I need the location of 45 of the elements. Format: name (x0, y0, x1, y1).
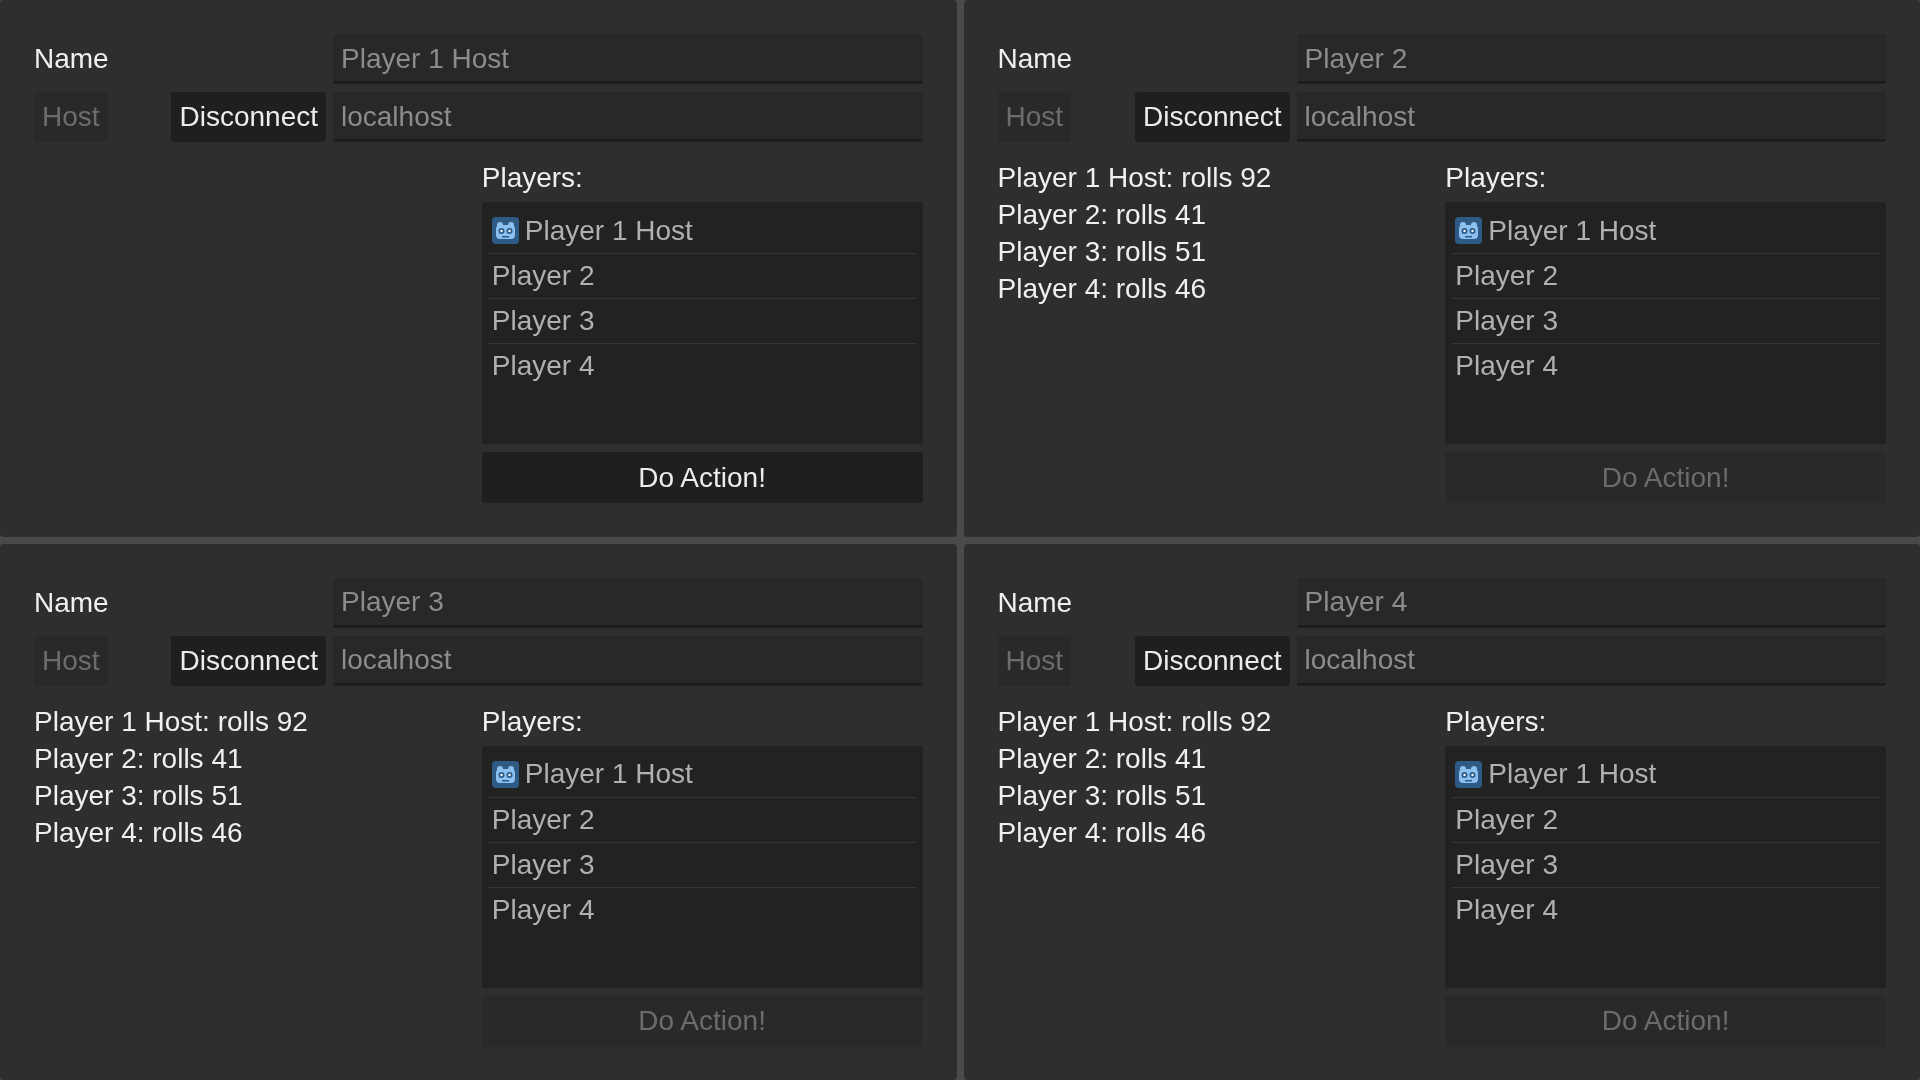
roll-result-text: Player 3: rolls 51 (34, 778, 243, 813)
roll-result-text: Player 4: rolls 46 (997, 272, 1207, 306)
players-label: Players: (1445, 161, 1547, 195)
player-list-item[interactable]: Player 2 (487, 796, 917, 842)
player-list-item[interactable]: Player 3 (1451, 841, 1880, 887)
player-list-item[interactable]: Player 1 Host (1451, 208, 1880, 253)
players-label: Players: (481, 161, 583, 195)
roll-result-text: Player 1 Host: rolls 92 (997, 704, 1272, 739)
roll-result-text: Player 2: rolls 41 (34, 741, 243, 776)
player-list-item[interactable]: Player 4 (487, 343, 917, 388)
player-list-item[interactable]: Player 2 (1451, 796, 1880, 842)
disconnect-button[interactable]: Disconnect (171, 92, 326, 142)
disconnect-button[interactable]: Disconnect (171, 635, 326, 686)
player-list-item[interactable]: Player 3 (487, 841, 917, 887)
roll-result-text: Player 1 Host: rolls 92 (34, 704, 308, 739)
roll-result-text: Player 4: rolls 46 (34, 815, 243, 850)
name-label: Name (34, 42, 110, 76)
players-label: Players: (481, 704, 583, 739)
name-label: Name (997, 585, 1074, 620)
player-list-item[interactable]: Player 4 (1451, 886, 1880, 932)
player-list-item[interactable]: Player 3 (487, 298, 917, 343)
player-list-item[interactable]: Player 1 Host (487, 751, 917, 797)
name-label: Name (34, 585, 110, 620)
disconnect-button[interactable]: Disconnect (1135, 635, 1290, 686)
robot-head-icon (1455, 217, 1483, 244)
roll-result-text: Player 4: rolls 46 (997, 815, 1207, 850)
robot-head-icon (491, 217, 519, 244)
disconnect-button[interactable]: Disconnect (1135, 92, 1290, 142)
roll-result-text: Player 3: rolls 51 (997, 235, 1207, 269)
player-list-item[interactable]: Player 3 (1451, 298, 1880, 343)
player-list-item[interactable]: Player 2 (487, 253, 917, 298)
robot-head-icon (491, 760, 519, 788)
player-list-item[interactable]: Player 4 (487, 886, 917, 932)
player-list-item[interactable]: Player 1 Host (1451, 751, 1880, 797)
robot-head-icon (1455, 760, 1483, 788)
name-label: Name (997, 42, 1074, 76)
player-list-item[interactable]: Player 2 (1451, 253, 1880, 298)
roll-result-text: Player 3: rolls 51 (997, 778, 1207, 813)
player-list-item[interactable]: Player 1 Host (487, 208, 917, 253)
roll-result-text: Player 2: rolls 41 (997, 741, 1207, 776)
players-label: Players: (1445, 704, 1547, 739)
player-list-item[interactable]: Player 4 (1451, 343, 1880, 388)
action-button[interactable]: Do Action! (481, 452, 923, 503)
roll-result-text: Player 1 Host: rolls 92 (997, 161, 1272, 195)
roll-result-text: Player 2: rolls 41 (997, 198, 1207, 232)
